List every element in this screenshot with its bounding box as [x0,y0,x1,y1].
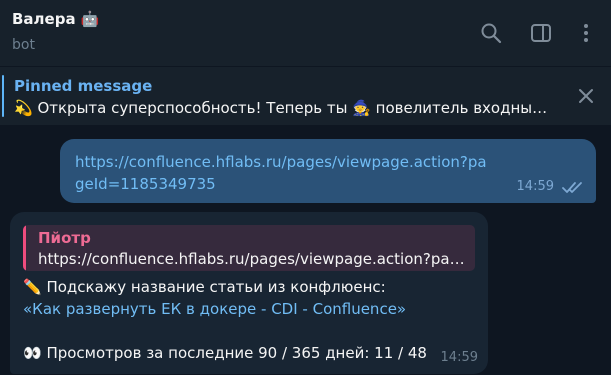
message-time: 14:59 [516,179,554,194]
reply-accent-bar [23,225,26,271]
chat-title-text: Валера [12,10,76,28]
pinned-message-bar[interactable]: Pinned message 💫 Открыта суперспособност… [0,67,611,125]
incoming-message[interactable]: Пйотр https://confluence.hflabs.ru/pages… [10,212,488,374]
pinned-indicator [2,75,4,117]
message-line-views: 👀 Просмотров за последние 90 / 365 дней:… [23,344,427,362]
reply-text: https://confluence.hflabs.ru/pages/viewp… [38,250,468,268]
reply-quote[interactable]: Пйотр https://confluence.hflabs.ru/pages… [23,225,475,271]
chat-status: bot [12,37,35,53]
more-vertical-icon[interactable] [575,22,597,44]
chat-header: Валера 🤖 bot [0,0,611,66]
outgoing-message[interactable]: https://confluence.hflabs.ru/pages/viewp… [60,139,596,203]
sidebar-toggle-icon[interactable] [530,22,552,44]
pinned-text: 💫 Открыта суперспособность! Теперь ты 🧙 … [14,99,554,117]
pinned-label: Pinned message [14,77,153,95]
message-link[interactable]: https://confluence.hflabs.ru/pages/viewp… [75,151,495,195]
reply-author: Пйотр [38,229,91,247]
double-check-icon [562,180,584,194]
article-title-link[interactable]: «Как развернуть ЕК в докере - CDI - Conf… [23,298,406,320]
robot-icon: 🤖 [80,10,100,28]
message-line-hint: ✏️ Подскажу название статьи из конфлюенс… [23,278,386,296]
chat-title[interactable]: Валера 🤖 [12,10,100,28]
search-icon[interactable] [480,22,502,44]
close-icon[interactable] [577,87,595,105]
message-time: 14:59 [440,350,478,365]
